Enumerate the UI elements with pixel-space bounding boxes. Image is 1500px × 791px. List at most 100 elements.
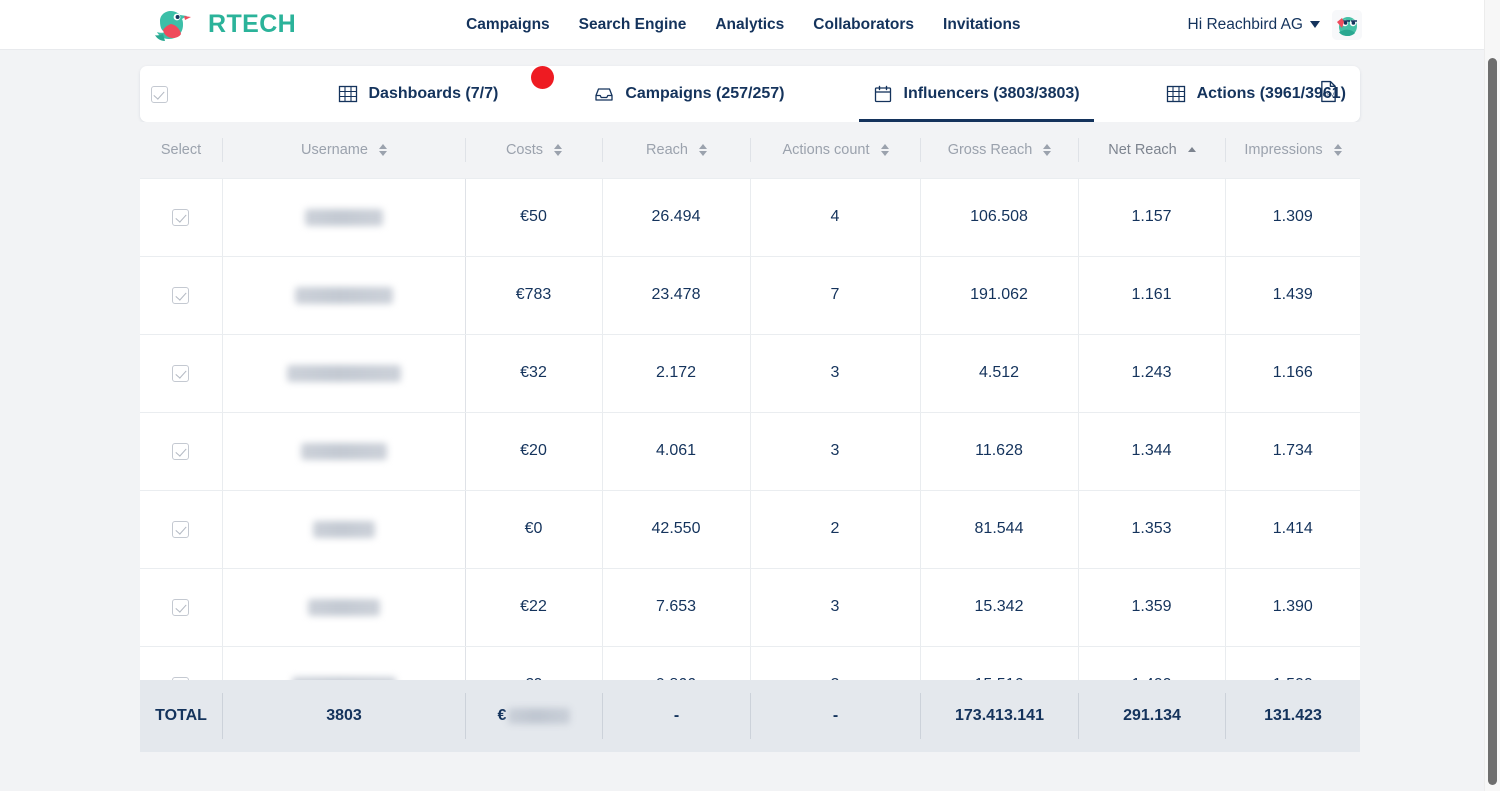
sort-icon[interactable] xyxy=(880,143,889,156)
table-header: Select Username Costs Reach Actions coun… xyxy=(140,122,1360,178)
username-redacted xyxy=(304,208,383,226)
tab-dashboards-label: Dashboards (7/7) xyxy=(368,85,499,102)
influencers-table-wrapper: Select Username Costs Reach Actions coun… xyxy=(140,122,1360,752)
entity-tab-bar: Dashboards (7/7) Campaigns (257/257) Inf… xyxy=(140,66,1360,122)
row-costs-cell: €22 xyxy=(464,567,602,647)
table-body: €50 26.494 4 106.508 1.157 1.309 €783 23.478 7 19… xyxy=(140,177,1360,725)
row-username-cell xyxy=(221,177,465,257)
app-header: RTECH Campaigns Search Engine Analytics … xyxy=(0,0,1500,50)
column-header-reach[interactable]: Reach xyxy=(602,122,750,178)
total-label: TOTAL xyxy=(155,707,207,724)
vertical-scrollbar[interactable] xyxy=(1484,0,1500,791)
sort-ascending-icon[interactable] xyxy=(1187,147,1196,153)
row-checkbox[interactable] xyxy=(172,208,190,226)
account-menu[interactable]: Hi Reachbird AG xyxy=(1188,9,1362,40)
page-body: Dashboards (7/7) Campaigns (257/257) Inf… xyxy=(0,66,1500,752)
column-header-costs-label: Costs xyxy=(505,141,544,158)
username-redacted xyxy=(286,364,401,382)
username-redacted xyxy=(294,286,393,304)
sort-icon[interactable] xyxy=(1333,143,1342,156)
scrollbar-thumb[interactable] xyxy=(1488,58,1497,785)
row-username-cell xyxy=(221,255,465,335)
row-select-cell xyxy=(140,411,222,491)
row-costs-cell: €50 xyxy=(464,177,602,257)
row-checkbox[interactable] xyxy=(172,520,190,538)
grid-icon xyxy=(338,84,358,104)
nav-item-invitations[interactable]: Invitations xyxy=(943,16,1021,34)
column-header-impressions[interactable]: Impressions xyxy=(1225,122,1360,178)
nav-item-collaborators[interactable]: Collaborators xyxy=(813,16,914,34)
row-checkbox[interactable] xyxy=(172,598,190,616)
row-impressions-cell: 1.390 xyxy=(1224,567,1360,647)
table-row[interactable]: €50 26.494 4 106.508 1.157 1.309 xyxy=(140,177,1360,257)
row-gross-reach-cell: 191.062 xyxy=(919,255,1078,335)
nav-item-search-engine[interactable]: Search Engine xyxy=(579,16,687,34)
column-header-username-label: Username xyxy=(301,141,368,158)
export-csv-button[interactable]: CSV xyxy=(1316,80,1340,106)
tab-influencers-label: Influencers (3803/3803) xyxy=(903,85,1080,102)
sort-icon[interactable] xyxy=(698,143,707,156)
column-header-net-reach[interactable]: Net Reach xyxy=(1078,122,1225,178)
table-row[interactable]: €0 42.550 2 81.544 1.353 1.414 xyxy=(140,489,1360,569)
username-redacted xyxy=(312,520,375,538)
select-all-cell xyxy=(140,85,179,103)
nav-item-analytics[interactable]: Analytics xyxy=(715,16,784,34)
row-impressions-cell: 1.166 xyxy=(1224,333,1360,413)
total-net-reach: 291.134 xyxy=(1078,693,1225,739)
row-select-cell xyxy=(140,255,222,335)
table-row[interactable]: €32 2.172 3 4.512 1.243 1.166 xyxy=(140,333,1360,413)
row-reach-cell: 4.061 xyxy=(601,411,750,491)
row-actions-count-cell: 2 xyxy=(749,489,920,569)
row-actions-count-cell: 3 xyxy=(749,333,920,413)
calendar-icon xyxy=(873,84,893,104)
chevron-down-icon xyxy=(1310,21,1320,28)
select-all-checkbox[interactable] xyxy=(150,85,168,103)
tab-campaigns[interactable]: Campaigns (257/257) xyxy=(580,66,798,122)
nav-item-campaigns[interactable]: Campaigns xyxy=(466,16,550,34)
row-checkbox[interactable] xyxy=(172,286,190,304)
table-header-row: Select Username Costs Reach Actions coun… xyxy=(140,122,1360,178)
account-greeting-label: Hi Reachbird AG xyxy=(1187,15,1303,33)
row-checkbox[interactable] xyxy=(172,442,190,460)
row-actions-count-cell: 4 xyxy=(749,177,920,257)
row-net-reach-cell: 1.353 xyxy=(1077,489,1225,569)
row-username-cell xyxy=(221,333,465,413)
row-costs-cell: €32 xyxy=(464,333,602,413)
row-net-reach-cell: 1.243 xyxy=(1077,333,1225,413)
sort-icon[interactable] xyxy=(1043,143,1052,156)
column-header-actions-count[interactable]: Actions count xyxy=(750,122,920,178)
table-total-row: TOTAL 3803 € - - 173.413.141 291.134 131… xyxy=(140,680,1360,752)
tab-list: Dashboards (7/7) Campaigns (257/257) Inf… xyxy=(179,66,1361,122)
row-net-reach-cell: 1.161 xyxy=(1077,255,1225,335)
column-header-net-reach-label: Net Reach xyxy=(1108,141,1177,158)
row-impressions-cell: 1.309 xyxy=(1224,177,1360,257)
row-costs-cell: €0 xyxy=(464,489,602,569)
row-checkbox[interactable] xyxy=(172,364,190,382)
row-actions-count-cell: 3 xyxy=(749,411,920,491)
tab-dashboards[interactable]: Dashboards (7/7) xyxy=(324,66,513,122)
table-row[interactable]: €20 4.061 3 11.628 1.344 1.734 xyxy=(140,411,1360,491)
username-redacted xyxy=(300,442,387,460)
avatar[interactable] xyxy=(1332,9,1362,40)
brand[interactable]: RTECH xyxy=(155,8,296,42)
total-impressions: 131.423 xyxy=(1225,693,1360,739)
sort-icon[interactable] xyxy=(554,143,563,156)
row-actions-count-cell: 7 xyxy=(749,255,920,335)
tab-influencers[interactable]: Influencers (3803/3803) xyxy=(858,66,1094,122)
total-actions-count: - xyxy=(750,693,920,739)
column-header-costs[interactable]: Costs xyxy=(465,122,602,178)
table-row[interactable]: €22 7.653 3 15.342 1.359 1.390 xyxy=(140,567,1360,647)
row-username-cell xyxy=(221,489,465,569)
column-header-actions-count-label: Actions count xyxy=(782,141,870,158)
row-net-reach-cell: 1.359 xyxy=(1077,567,1225,647)
account-greeting[interactable]: Hi Reachbird AG xyxy=(1188,16,1320,34)
column-header-username[interactable]: Username xyxy=(222,122,465,178)
sort-icon[interactable] xyxy=(378,143,387,156)
row-gross-reach-cell: 11.628 xyxy=(919,411,1078,491)
row-gross-reach-cell: 81.544 xyxy=(919,489,1078,569)
table-row[interactable]: €783 23.478 7 191.062 1.161 1.439 xyxy=(140,255,1360,335)
column-header-gross-reach[interactable]: Gross Reach xyxy=(920,122,1078,178)
row-net-reach-cell: 1.157 xyxy=(1077,177,1225,257)
brand-name: RTECH xyxy=(208,10,297,38)
row-reach-cell: 7.653 xyxy=(601,567,750,647)
